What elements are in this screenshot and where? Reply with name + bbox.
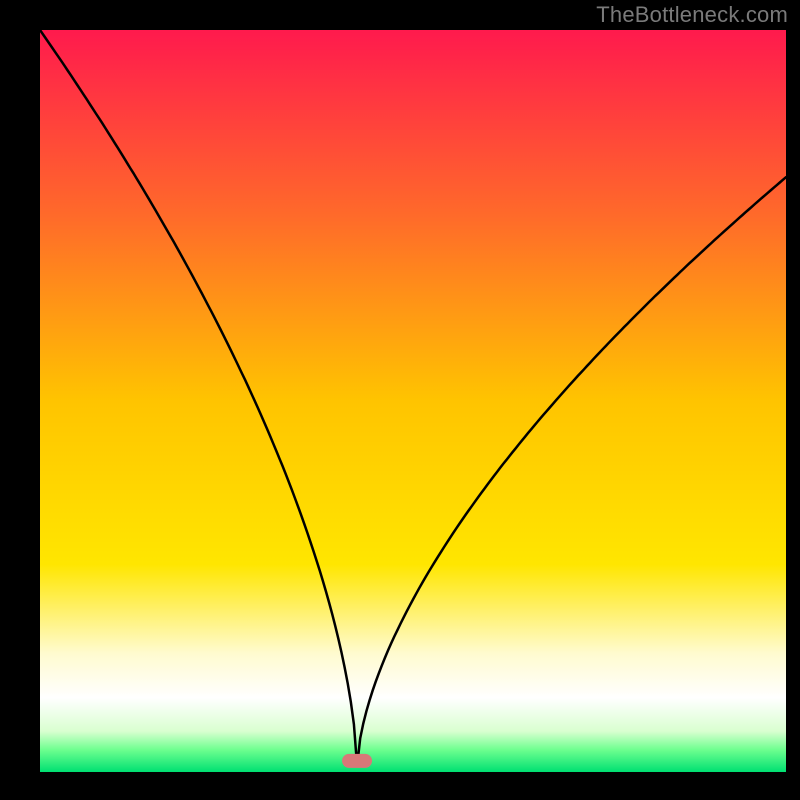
- optimal-marker: [342, 754, 372, 768]
- watermark-text: TheBottleneck.com: [596, 2, 788, 28]
- bottleneck-chart: [0, 0, 800, 800]
- plot-background: [40, 30, 786, 772]
- chart-frame: { "watermark": "TheBottleneck.com", "plo…: [0, 0, 800, 800]
